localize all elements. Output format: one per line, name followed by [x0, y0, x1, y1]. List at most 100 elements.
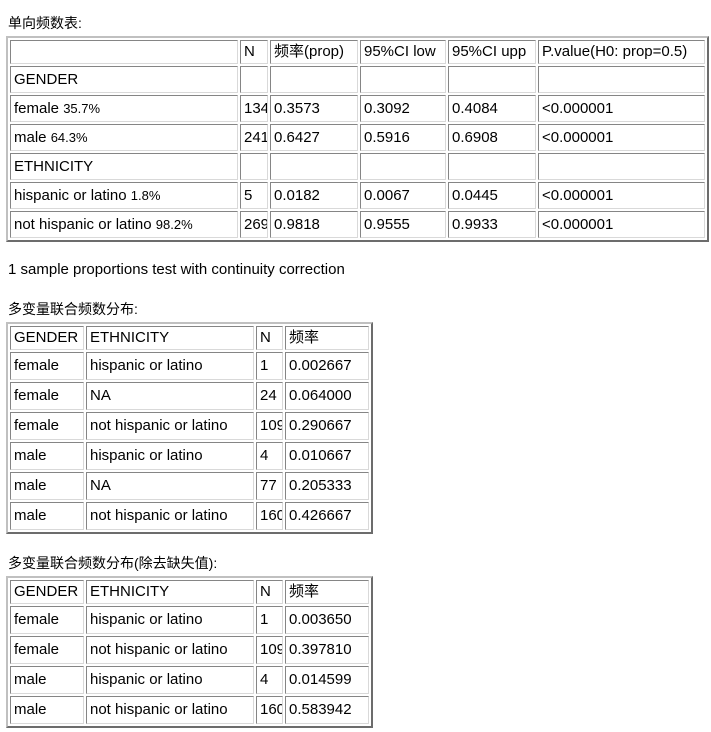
cell-n: 160	[256, 696, 283, 724]
cell-pvalue	[538, 153, 705, 180]
cell-ci-low	[360, 66, 446, 93]
cell-n: 241	[240, 124, 268, 151]
cell-gender: male	[10, 666, 84, 694]
cell-n: 24	[256, 382, 283, 410]
table-row: hispanic or latino 1.8% 5 0.0182 0.0067 0.04…	[10, 182, 705, 209]
cell-ci-low: 0.0067	[360, 182, 446, 209]
cell-n: 109	[256, 636, 283, 664]
column-header-gender: GENDER	[10, 580, 84, 604]
cell-prop: 0.0182	[270, 182, 358, 209]
cell-pvalue	[538, 66, 705, 93]
cell-prop: 0.6427	[270, 124, 358, 151]
table-row: male not hispanic or latino 160 0.426667	[10, 502, 369, 530]
table-row: female 35.7% 134 0.3573 0.3092 0.4084 <0.0000…	[10, 95, 705, 122]
cell-ci-upp: 0.9933	[448, 211, 536, 238]
cell-label: hispanic or latino 1.8%	[10, 182, 238, 209]
cell-ethnicity: NA	[86, 472, 254, 500]
cell-pvalue: <0.000001	[538, 182, 705, 209]
joint-table-caption: 多变量联合频数分布:	[8, 301, 138, 317]
table-row: male hispanic or latino 4 0.014599	[10, 666, 369, 694]
cell-ethnicity: not hispanic or latino	[86, 636, 254, 664]
cell-ethnicity: hispanic or latino	[86, 606, 254, 634]
cell-freq: 0.014599	[285, 666, 369, 694]
cell-ci-upp: 0.6908	[448, 124, 536, 151]
column-header-n: N	[256, 580, 283, 604]
table-row: ETHNICITY	[10, 153, 705, 180]
cell-freq: 0.002667	[285, 352, 369, 380]
cell-gender: female	[10, 352, 84, 380]
cell-ethnicity: not hispanic or latino	[86, 412, 254, 440]
column-header-ci-low: 95%CI low	[360, 40, 446, 64]
column-header-prop: 频率(prop)	[270, 40, 358, 64]
cell-pvalue: <0.000001	[538, 95, 705, 122]
cell-n: 109	[256, 412, 283, 440]
table-header-row: GENDER ETHNICITY N 频率	[10, 326, 369, 350]
cell-n: 4	[256, 442, 283, 470]
cell-gender: male	[10, 472, 84, 500]
cell-n: 1	[256, 606, 283, 634]
cell-ci-low: 0.5916	[360, 124, 446, 151]
column-header-freq: 频率	[285, 580, 369, 604]
column-header-ethnicity: ETHNICITY	[86, 326, 254, 350]
table-row: female hispanic or latino 1 0.003650	[10, 606, 369, 634]
table-row: male hispanic or latino 4 0.010667	[10, 442, 369, 470]
cell-label: female 35.7%	[10, 95, 238, 122]
cell-freq: 0.003650	[285, 606, 369, 634]
cell-freq: 0.064000	[285, 382, 369, 410]
cell-freq: 0.205333	[285, 472, 369, 500]
cell-prop: 0.9818	[270, 211, 358, 238]
table-row: female not hispanic or latino 109 0.397810	[10, 636, 369, 664]
cell-label: GENDER	[10, 66, 238, 93]
cell-gender: female	[10, 636, 84, 664]
cell-prop	[270, 153, 358, 180]
cell-label: ETHNICITY	[10, 153, 238, 180]
cell-pvalue: <0.000001	[538, 211, 705, 238]
table-row: female NA 24 0.064000	[10, 382, 369, 410]
column-header-ci-upp: 95%CI upp	[448, 40, 536, 64]
cell-n: 4	[256, 666, 283, 694]
cell-n: 77	[256, 472, 283, 500]
cell-percent: 64.3%	[50, 129, 88, 145]
cell-pvalue: <0.000001	[538, 124, 705, 151]
cell-ci-upp: 0.0445	[448, 182, 536, 209]
report-page: 单向频数表: N 频率(prop) 95%CI low 95%CI upp P.…	[0, 0, 711, 728]
cell-n: 269	[240, 211, 268, 238]
cell-label: male 64.3%	[10, 124, 238, 151]
cell-prop	[270, 66, 358, 93]
cell-n	[240, 153, 268, 180]
cell-ci-low: 0.9555	[360, 211, 446, 238]
cell-n	[240, 66, 268, 93]
cell-gender: male	[10, 696, 84, 724]
cell-ci-upp	[448, 66, 536, 93]
cell-n: 1	[256, 352, 283, 380]
oneway-table-caption: 单向频数表:	[8, 15, 82, 31]
column-header-ethnicity: ETHNICITY	[86, 580, 254, 604]
column-header-gender: GENDER	[10, 326, 84, 350]
cell-ethnicity: hispanic or latino	[86, 666, 254, 694]
cell-n: 160	[256, 502, 283, 530]
cell-n: 134	[240, 95, 268, 122]
cell-ethnicity: hispanic or latino	[86, 442, 254, 470]
cell-ethnicity: NA	[86, 382, 254, 410]
cell-ci-upp: 0.4084	[448, 95, 536, 122]
cell-ci-low: 0.3092	[360, 95, 446, 122]
cell-freq: 0.290667	[285, 412, 369, 440]
cell-prop: 0.3573	[270, 95, 358, 122]
column-header-pvalue: P.value(H0: prop=0.5)	[538, 40, 705, 64]
cell-freq: 0.397810	[285, 636, 369, 664]
table-row: male NA 77 0.205333	[10, 472, 369, 500]
table-row: not hispanic or latino 98.2% 269 0.9818 0.9…	[10, 211, 705, 238]
table-row: male 64.3% 241 0.6427 0.5916 0.6908 <0.000001	[10, 124, 705, 151]
table-row: female not hispanic or latino 109 0.290667	[10, 412, 369, 440]
cell-gender: male	[10, 502, 84, 530]
cell-freq: 0.583942	[285, 696, 369, 724]
column-header-freq: 频率	[285, 326, 369, 350]
cell-percent: 35.7%	[63, 100, 101, 116]
cell-ci-upp	[448, 153, 536, 180]
table-header-row: N 频率(prop) 95%CI low 95%CI upp P.value(H…	[10, 40, 705, 64]
table-row: GENDER	[10, 66, 705, 93]
cell-ethnicity: not hispanic or latino	[86, 502, 254, 530]
proportions-test-note: 1 sample proportions test with continuit…	[8, 261, 345, 278]
table-row: male not hispanic or latino 160 0.583942	[10, 696, 369, 724]
table-header-row: GENDER ETHNICITY N 频率	[10, 580, 369, 604]
